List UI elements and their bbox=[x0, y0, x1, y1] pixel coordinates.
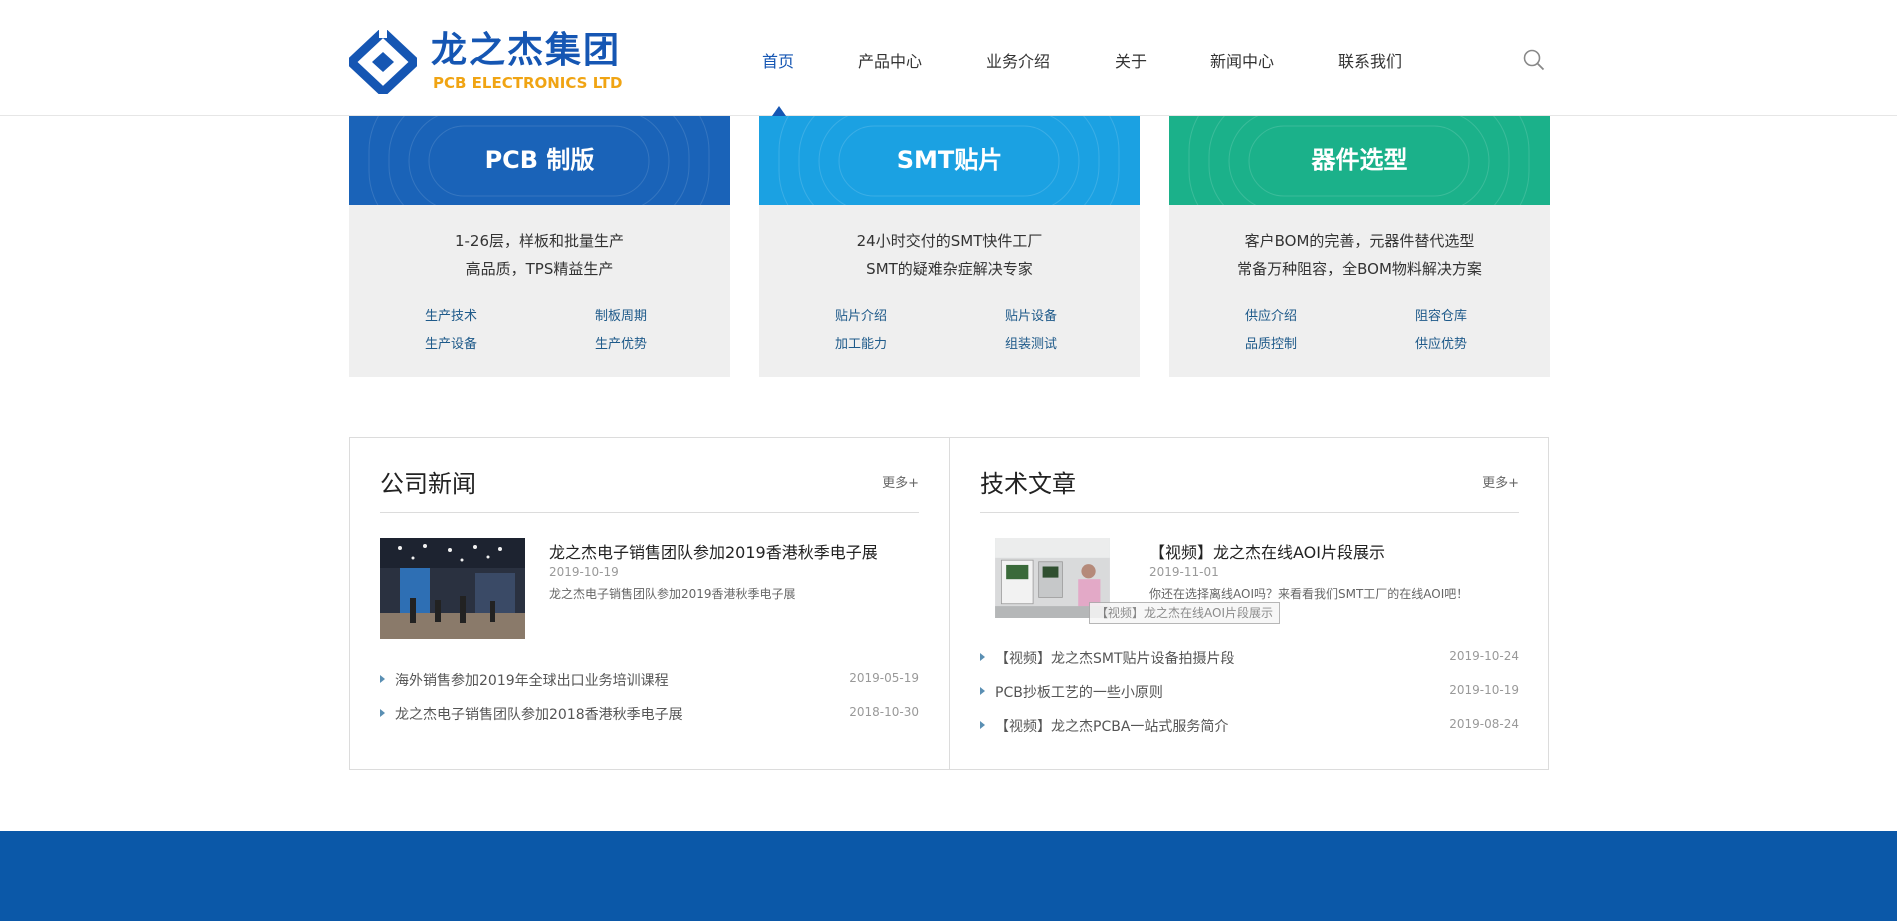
service-card-components: 器件选型 客户BOM的完善，元器件替代选型 常备万种阻容，全BOM物料解决方案 … bbox=[1169, 116, 1550, 377]
featured-news-title[interactable]: 龙之杰电子销售团队参加2019香港秋季电子展 bbox=[549, 539, 878, 563]
card-desc-line: 高品质，TPS精益生产 bbox=[465, 260, 614, 278]
logo-english-name: PCB ELECTRONICS LTD bbox=[433, 74, 623, 92]
card-desc-line: 1-26层，样板和批量生产 bbox=[454, 232, 625, 250]
news-thumbnail[interactable] bbox=[380, 538, 525, 639]
news-item-date: 2018-10-30 bbox=[849, 705, 919, 719]
card-desc-line: 24小时交付的SMT快件工厂 bbox=[856, 232, 1043, 250]
article-list-item[interactable]: 【视频】龙之杰PCBA一站式服务简介 2019-08-24 bbox=[980, 716, 1519, 736]
site-footer bbox=[0, 831, 1897, 921]
news-item-date: 2019-05-19 bbox=[849, 671, 919, 685]
search-icon[interactable] bbox=[1523, 49, 1545, 71]
divider bbox=[380, 512, 919, 513]
featured-news-date: 2019-10-19 bbox=[549, 565, 619, 579]
card-link[interactable]: 贴片设备 bbox=[1005, 305, 1057, 324]
card-description: 客户BOM的完善，元器件替代选型 常备万种阻容，全BOM物料解决方案 bbox=[1169, 227, 1550, 283]
card-header: SMT贴片 bbox=[759, 116, 1140, 205]
bullet-icon bbox=[980, 653, 985, 661]
card-link[interactable]: 生产优势 bbox=[595, 333, 647, 352]
logo-diamond-icon bbox=[349, 30, 417, 94]
news-item-title: 龙之杰电子销售团队参加2018香港秋季电子展 bbox=[395, 707, 683, 723]
featured-article-title[interactable]: 【视频】龙之杰在线AOI片段展示 bbox=[1149, 539, 1385, 563]
article-item-title: PCB抄板工艺的一些小原则 bbox=[995, 685, 1163, 701]
card-link[interactable]: 供应优势 bbox=[1415, 333, 1467, 352]
card-link[interactable]: 加工能力 bbox=[835, 333, 887, 352]
article-list-item[interactable]: 【视频】龙之杰SMT贴片设备拍摄片段 2019-10-24 bbox=[980, 648, 1519, 668]
card-link[interactable]: 贴片介绍 bbox=[835, 305, 887, 324]
bullet-icon bbox=[380, 675, 385, 683]
card-desc-line: 常备万种阻容，全BOM物料解决方案 bbox=[1237, 260, 1482, 278]
bullet-icon bbox=[980, 687, 985, 695]
card-header: PCB 制版 bbox=[349, 116, 730, 205]
service-card-smt: SMT贴片 24小时交付的SMT快件工厂 SMT的疑难杂症解决专家 贴片介绍 贴… bbox=[759, 116, 1140, 377]
card-link[interactable]: 生产设备 bbox=[425, 333, 477, 352]
hover-tooltip: 【视频】龙之杰在线AOI片段展示 bbox=[1089, 602, 1280, 624]
more-link[interactable]: 更多+ bbox=[1482, 472, 1519, 491]
card-desc-line: SMT的疑难杂症解决专家 bbox=[866, 260, 1033, 278]
news-list-item[interactable]: 海外销售参加2019年全球出口业务培训课程 2019-05-19 bbox=[380, 670, 919, 690]
site-logo[interactable]: 龙之杰集团 PCB ELECTRONICS LTD bbox=[349, 30, 629, 94]
company-news-column: 公司新闻 更多+ 龙之杰电子销售团队参加2019香港秋季电子展 2019-10-… bbox=[380, 438, 919, 769]
article-item-date: 2019-10-24 bbox=[1449, 649, 1519, 663]
article-item-title: 【视频】龙之杰PCBA一站式服务简介 bbox=[995, 719, 1229, 735]
bullet-icon bbox=[980, 721, 985, 729]
card-header: 器件选型 bbox=[1169, 116, 1550, 205]
news-list-item[interactable]: 龙之杰电子销售团队参加2018香港秋季电子展 2018-10-30 bbox=[380, 704, 919, 724]
section-title: 技术文章 bbox=[980, 470, 1076, 498]
card-title: SMT贴片 bbox=[896, 146, 1003, 174]
card-description: 1-26层，样板和批量生产 高品质，TPS精益生产 bbox=[349, 227, 730, 283]
article-item-date: 2019-10-19 bbox=[1449, 683, 1519, 697]
card-description: 24小时交付的SMT快件工厂 SMT的疑难杂症解决专家 bbox=[759, 227, 1140, 283]
nav-item-news[interactable]: 新闻中心 bbox=[1210, 48, 1274, 72]
section-title: 公司新闻 bbox=[380, 470, 476, 498]
article-item-date: 2019-08-24 bbox=[1449, 717, 1519, 731]
site-header: 龙之杰集团 PCB ELECTRONICS LTD 首页 产品中心 业务介绍 关… bbox=[0, 0, 1897, 116]
more-link[interactable]: 更多+ bbox=[882, 472, 919, 491]
featured-article-summary: 你还在选择离线AOI吗？来看看我们SMT工厂的在线AOI吧！ bbox=[1149, 587, 1469, 601]
service-card-pcb: PCB 制版 1-26层，样板和批量生产 高品质，TPS精益生产 生产技术 制板… bbox=[349, 116, 730, 377]
bullet-icon bbox=[380, 709, 385, 717]
card-title: 器件选型 bbox=[1311, 146, 1408, 174]
card-link[interactable]: 生产技术 bbox=[425, 305, 477, 324]
logo-chinese-name: 龙之杰集团 bbox=[431, 30, 622, 71]
active-nav-indicator bbox=[772, 106, 786, 116]
news-section: 公司新闻 更多+ 龙之杰电子销售团队参加2019香港秋季电子展 2019-10-… bbox=[349, 437, 1549, 770]
nav-item-contact[interactable]: 联系我们 bbox=[1338, 48, 1402, 72]
article-item-title: 【视频】龙之杰SMT贴片设备拍摄片段 bbox=[995, 651, 1235, 667]
column-divider bbox=[949, 438, 950, 769]
news-item-title: 海外销售参加2019年全球出口业务培训课程 bbox=[395, 673, 669, 689]
card-link[interactable]: 制板周期 bbox=[595, 305, 647, 324]
card-desc-line: 客户BOM的完善，元器件替代选型 bbox=[1244, 232, 1475, 250]
card-link[interactable]: 阻容仓库 bbox=[1415, 305, 1467, 324]
article-list-item[interactable]: PCB抄板工艺的一些小原则 2019-10-19 bbox=[980, 682, 1519, 702]
divider bbox=[980, 512, 1519, 513]
nav-item-home[interactable]: 首页 bbox=[762, 48, 794, 72]
card-link[interactable]: 品质控制 bbox=[1245, 333, 1297, 352]
nav-item-about[interactable]: 关于 bbox=[1115, 48, 1147, 72]
nav-item-products[interactable]: 产品中心 bbox=[858, 48, 922, 72]
featured-news-summary: 龙之杰电子销售团队参加2019香港秋季电子展 bbox=[549, 587, 796, 601]
card-title: PCB 制版 bbox=[484, 146, 595, 174]
card-link[interactable]: 组装测试 bbox=[1005, 333, 1057, 352]
featured-article-date: 2019-11-01 bbox=[1149, 565, 1219, 579]
nav-item-business[interactable]: 业务介绍 bbox=[986, 48, 1050, 72]
card-link[interactable]: 供应介绍 bbox=[1245, 305, 1297, 324]
